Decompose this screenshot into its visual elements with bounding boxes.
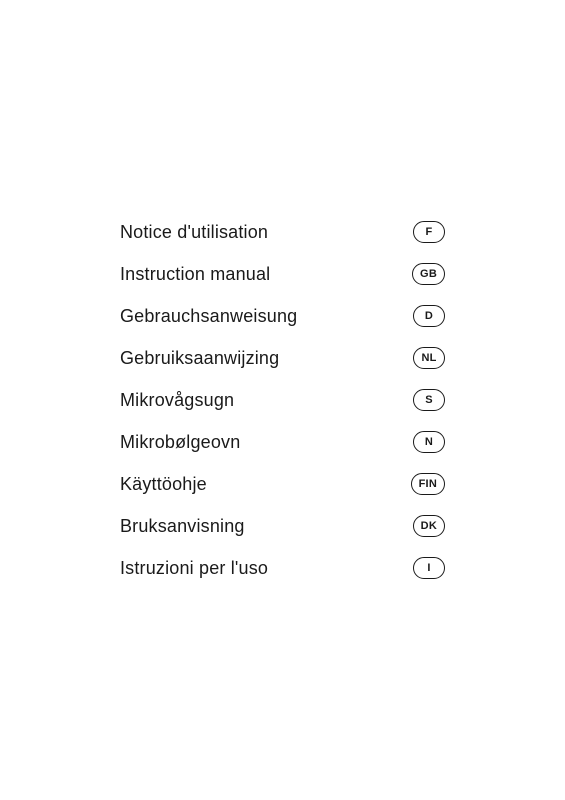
menu-item[interactable]: Gebruiksaanwijzing NL	[120, 337, 445, 379]
lang-badge: NL	[413, 347, 445, 369]
menu-item[interactable]: Notice d'utilisation F	[120, 211, 445, 253]
menu-item-label: Instruction manual	[120, 264, 270, 285]
menu-item-label: Gebrauchsanweisung	[120, 306, 297, 327]
menu-item[interactable]: Mikrobølgeovn N	[120, 421, 445, 463]
menu-item-label: Käyttöohje	[120, 474, 207, 495]
menu-item-label: Notice d'utilisation	[120, 222, 268, 243]
lang-badge: N	[413, 431, 445, 453]
menu-item-label: Bruksanvisning	[120, 516, 245, 537]
lang-badge: D	[413, 305, 445, 327]
menu-item-label: Mikrobølgeovn	[120, 432, 240, 453]
menu-item[interactable]: Instruction manual GB	[120, 253, 445, 295]
menu-item[interactable]: Käyttöohje FIN	[120, 463, 445, 505]
menu-item-label: Istruzioni per l'uso	[120, 558, 268, 579]
menu-item[interactable]: Istruzioni per l'uso I	[120, 547, 445, 589]
menu-item[interactable]: Bruksanvisning DK	[120, 505, 445, 547]
menu-item-label: Mikrovågsugn	[120, 390, 234, 411]
lang-badge: F	[413, 221, 445, 243]
lang-badge: I	[413, 557, 445, 579]
menu-list: Notice d'utilisation F Instruction manual G…	[120, 211, 445, 589]
lang-badge: DK	[413, 515, 445, 537]
lang-badge: FIN	[411, 473, 445, 495]
menu-item[interactable]: Mikrovågsugn S	[120, 379, 445, 421]
lang-badge: GB	[412, 263, 445, 285]
menu-item-label: Gebruiksaanwijzing	[120, 348, 279, 369]
menu-item[interactable]: Gebrauchsanweisung D	[120, 295, 445, 337]
page: Notice d'utilisation F Instruction manual G…	[0, 0, 565, 800]
lang-badge: S	[413, 389, 445, 411]
